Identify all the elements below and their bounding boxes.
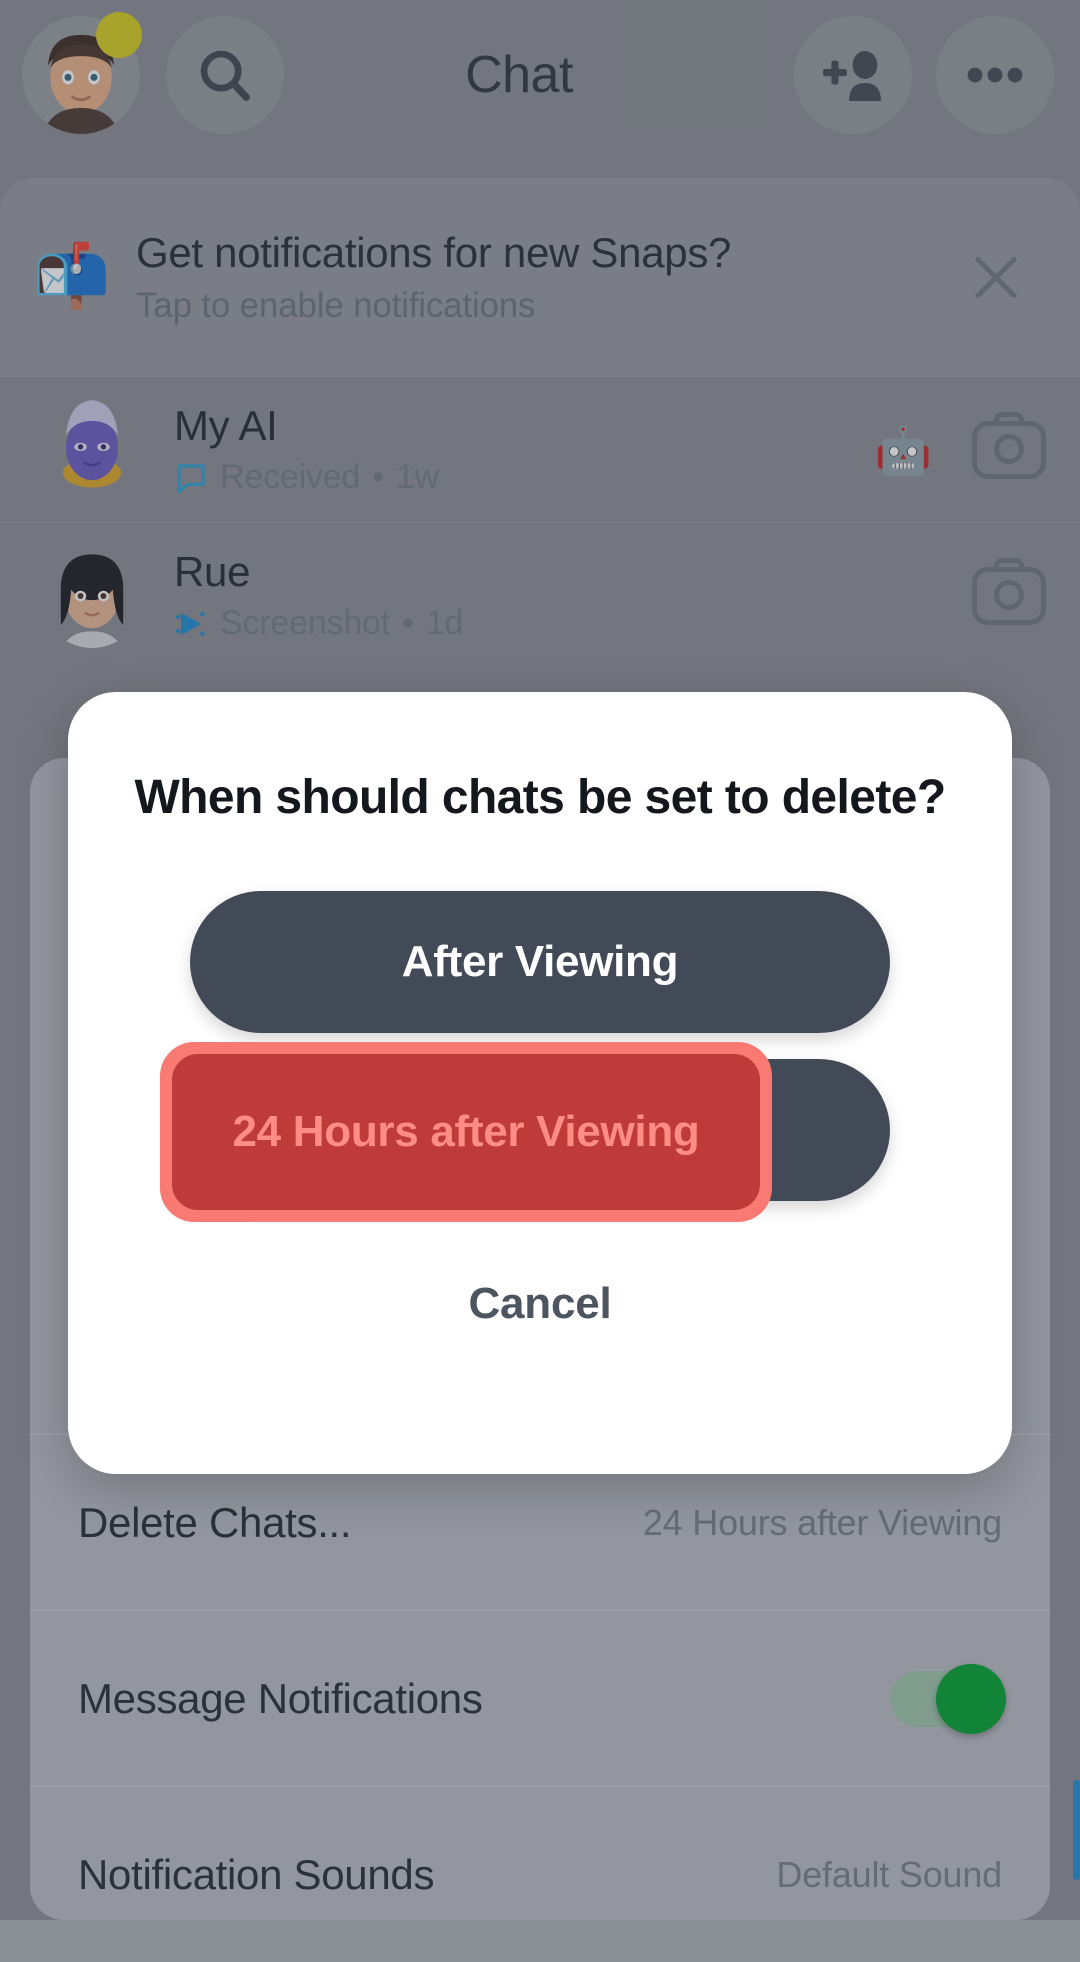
profile-avatar-button[interactable] bbox=[22, 16, 140, 134]
chat-item-status-text: Screenshot bbox=[220, 604, 390, 643]
chat-item-name: Rue bbox=[174, 548, 972, 596]
more-options-button[interactable] bbox=[936, 16, 1054, 134]
more-options-icon bbox=[966, 66, 1024, 84]
status-dot-icon bbox=[96, 12, 142, 58]
rue-bitmoji-icon bbox=[40, 544, 144, 648]
chat-item-info: Rue Screenshot • 1d bbox=[174, 548, 972, 643]
avatar bbox=[40, 544, 144, 648]
option-after-viewing-button[interactable]: After Viewing bbox=[190, 891, 890, 1033]
toggle-knob-icon bbox=[936, 1664, 1006, 1734]
message-notifications-toggle[interactable] bbox=[890, 1671, 1002, 1727]
screenshot-arrows-icon bbox=[174, 607, 208, 641]
setting-value: Default Sound bbox=[776, 1854, 1002, 1896]
setting-row-message-notifications[interactable]: Message Notifications bbox=[30, 1610, 1050, 1786]
notification-banner[interactable]: 📬 Get notifications for new Snaps? Tap t… bbox=[0, 178, 1080, 376]
cancel-button[interactable]: Cancel bbox=[468, 1279, 611, 1329]
dialog-title: When should chats be set to delete? bbox=[134, 770, 945, 825]
chat-item-info: My AI Received • 1w bbox=[174, 402, 875, 497]
add-friend-button[interactable] bbox=[794, 16, 912, 134]
add-friend-icon bbox=[821, 45, 885, 105]
setting-label: Message Notifications bbox=[78, 1675, 483, 1723]
page-title: Chat bbox=[244, 45, 794, 105]
option-label-highlighted: 24 Hours after Viewing bbox=[172, 1054, 760, 1210]
notification-banner-subtitle: Tap to enable notifications bbox=[136, 286, 964, 326]
mailbox-icon: 📬 bbox=[30, 246, 114, 308]
chat-item-actions: 🤖 bbox=[875, 421, 1046, 479]
avatar bbox=[40, 398, 144, 502]
chat-item-separator: • bbox=[372, 458, 384, 497]
my-ai-bitmoji-icon bbox=[40, 398, 144, 502]
setting-row-notification-sounds[interactable]: Notification Sounds Default Sound bbox=[30, 1786, 1050, 1962]
scrollbar[interactable] bbox=[1073, 1780, 1080, 1880]
delete-chats-dialog: When should chats be set to delete? Afte… bbox=[68, 692, 1012, 1474]
setting-label: Notification Sounds bbox=[78, 1851, 434, 1899]
chat-item-name: My AI bbox=[174, 402, 875, 450]
close-icon[interactable] bbox=[964, 245, 1028, 309]
setting-value: 24 Hours after Viewing bbox=[643, 1502, 1002, 1544]
camera-icon[interactable] bbox=[972, 421, 1046, 479]
chat-item-time: 1w bbox=[396, 458, 439, 497]
notification-banner-title: Get notifications for new Snaps? bbox=[136, 229, 964, 277]
camera-icon[interactable] bbox=[972, 567, 1046, 625]
chat-item-status: Received • 1w bbox=[174, 458, 875, 497]
chat-bubble-icon bbox=[174, 461, 208, 495]
setting-label: Delete Chats... bbox=[78, 1499, 351, 1547]
robot-icon: 🤖 bbox=[875, 427, 932, 473]
chat-item-separator: • bbox=[402, 604, 414, 643]
option-label: After Viewing bbox=[402, 937, 678, 987]
chat-list-item-rue[interactable]: Rue Screenshot • 1d bbox=[0, 522, 1080, 668]
chat-item-status: Screenshot • 1d bbox=[174, 604, 972, 643]
chat-item-time: 1d bbox=[426, 604, 463, 643]
option-24-hours-after-viewing-button[interactable]: 24 Hours after Viewing bbox=[190, 1059, 890, 1201]
chat-item-status-text: Received bbox=[220, 458, 360, 497]
selection-highlight-overlay: 24 Hours after Viewing bbox=[160, 1042, 772, 1222]
notification-banner-text: Get notifications for new Snaps? Tap to … bbox=[136, 229, 964, 326]
chat-list-item-my-ai[interactable]: My AI Received • 1w 🤖 bbox=[0, 376, 1080, 522]
chat-item-actions bbox=[972, 567, 1046, 625]
top-bar: Chat bbox=[0, 0, 1080, 150]
